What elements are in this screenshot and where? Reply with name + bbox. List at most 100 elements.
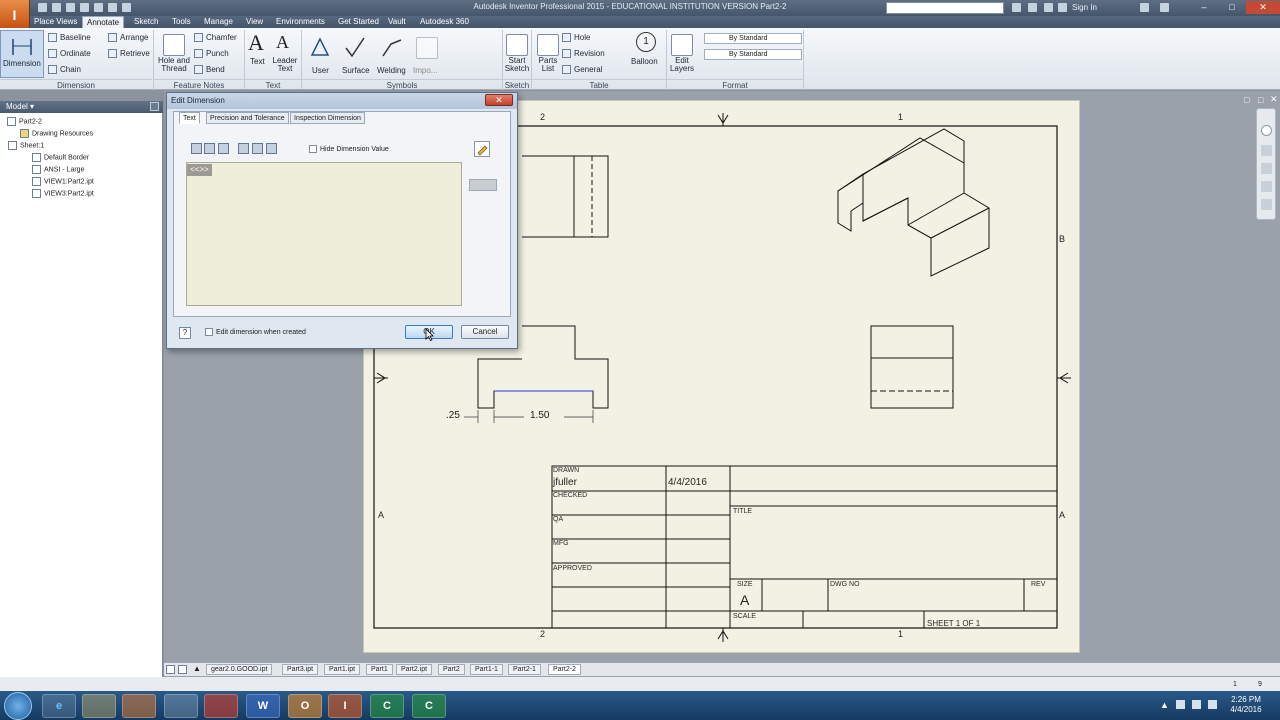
tab-tools[interactable]: Tools bbox=[168, 16, 195, 28]
align-right-icon[interactable] bbox=[218, 143, 229, 154]
tab-vault[interactable]: Vault bbox=[384, 16, 410, 28]
valign-top-icon[interactable] bbox=[238, 143, 249, 154]
action-center-icon[interactable] bbox=[1176, 700, 1185, 709]
edit-when-created-checkbox[interactable]: Edit dimension when created bbox=[205, 328, 306, 336]
balloon-icon[interactable]: 1 bbox=[636, 32, 656, 52]
start-sketch-icon[interactable] bbox=[506, 34, 528, 56]
orbit-icon[interactable] bbox=[1261, 181, 1272, 192]
volume-icon[interactable] bbox=[1208, 700, 1217, 709]
maximize-button[interactable]: □ bbox=[1218, 1, 1246, 14]
hole-thread-label[interactable]: Hole and Thread bbox=[156, 57, 192, 73]
tab-text[interactable]: Text bbox=[179, 112, 200, 124]
media-player-icon[interactable] bbox=[122, 694, 156, 718]
model-browser[interactable] bbox=[0, 101, 163, 677]
pan-icon[interactable] bbox=[1261, 145, 1272, 156]
help-icon[interactable]: ? bbox=[179, 327, 191, 339]
text-icon[interactable]: A bbox=[248, 30, 264, 56]
maximize-view-icon[interactable]: □ bbox=[1258, 95, 1263, 105]
welding-icon[interactable] bbox=[381, 36, 403, 58]
look-at-icon[interactable] bbox=[1261, 199, 1272, 210]
hole-table-button[interactable]: Hole bbox=[562, 33, 590, 43]
tile-icon[interactable] bbox=[166, 665, 175, 674]
align-center-icon[interactable] bbox=[204, 143, 215, 154]
doc-tab[interactable]: Part1-1 bbox=[470, 664, 503, 675]
inventor-icon[interactable]: I bbox=[328, 694, 362, 718]
new-icon[interactable] bbox=[38, 3, 47, 12]
network-icon[interactable] bbox=[1192, 700, 1201, 709]
dialog-close-button[interactable]: ✕ bbox=[485, 94, 513, 106]
steering-wheel-icon[interactable] bbox=[1261, 125, 1272, 136]
tree-item-view1[interactable]: VIEW1:Part2.ipt bbox=[32, 177, 94, 186]
file-explorer-icon[interactable] bbox=[82, 694, 116, 718]
tab-annotate[interactable]: Annotate bbox=[82, 16, 125, 28]
camtasia-recorder-icon[interactable]: C bbox=[412, 694, 446, 718]
close-view-icon[interactable]: ✕ bbox=[1270, 94, 1278, 105]
surface-icon[interactable] bbox=[344, 36, 366, 58]
sign-in-link[interactable]: Sign In bbox=[1072, 3, 1097, 12]
undo-icon[interactable] bbox=[80, 3, 89, 12]
doc-tab-active[interactable]: Part2-2 bbox=[548, 664, 581, 675]
tree-item-default-border[interactable]: Default Border bbox=[32, 153, 89, 162]
ordinate-button[interactable]: Ordinate bbox=[48, 49, 91, 59]
tab-manage[interactable]: Manage bbox=[200, 16, 237, 28]
powerpoint-icon[interactable] bbox=[204, 694, 238, 718]
help-icon[interactable] bbox=[1160, 3, 1169, 12]
dimension-text[interactable]: 1.50 bbox=[530, 410, 549, 421]
tray-arrow-icon[interactable]: ▲ bbox=[1160, 700, 1169, 710]
bend-button[interactable]: Bend bbox=[194, 65, 225, 75]
tab-get-started[interactable]: Get Started bbox=[334, 16, 383, 28]
hole-thread-icon[interactable] bbox=[163, 34, 185, 56]
tab-view[interactable]: View bbox=[242, 16, 267, 28]
baseline-button[interactable]: Baseline bbox=[48, 33, 91, 43]
doc-tab[interactable]: Part3.ipt bbox=[282, 664, 319, 675]
leader-text-icon[interactable]: A bbox=[276, 32, 289, 53]
punch-button[interactable]: Punch bbox=[194, 49, 229, 59]
cascade-icon[interactable] bbox=[178, 665, 187, 674]
balloon-button[interactable]: Balloon bbox=[631, 57, 658, 66]
doc-tab[interactable]: Part2 bbox=[438, 664, 465, 675]
camtasia-icon[interactable]: C bbox=[370, 694, 404, 718]
favorite-icon[interactable] bbox=[1044, 3, 1053, 12]
edit-layers-icon[interactable] bbox=[671, 34, 693, 56]
cancel-button[interactable]: Cancel bbox=[461, 325, 509, 339]
edit-text-pencil-icon[interactable] bbox=[474, 141, 490, 157]
tab-autodesk-360[interactable]: Autodesk 360 bbox=[416, 16, 473, 28]
dimension-value-token[interactable]: <<>> bbox=[187, 164, 212, 176]
doc-tab[interactable]: gear2.0.GOOD.ipt bbox=[206, 664, 273, 675]
outlook-icon[interactable]: O bbox=[288, 694, 322, 718]
tree-item-drawing-resources[interactable]: Drawing Resources bbox=[20, 129, 93, 138]
application-menu-button[interactable]: I bbox=[0, 0, 30, 30]
exchange-icon[interactable] bbox=[1140, 3, 1149, 12]
binoculars-icon[interactable] bbox=[1012, 3, 1021, 12]
redo-icon[interactable] bbox=[94, 3, 103, 12]
chain-button[interactable]: Chain bbox=[48, 65, 81, 75]
chrome-icon[interactable] bbox=[164, 694, 198, 718]
text-button[interactable]: Text bbox=[250, 57, 265, 66]
tab-sketch[interactable]: Sketch bbox=[130, 16, 162, 28]
save-icon[interactable] bbox=[66, 3, 75, 12]
home-icon[interactable] bbox=[108, 3, 117, 12]
browser-search-icon[interactable] bbox=[150, 102, 159, 111]
parts-list-button[interactable]: Parts List bbox=[536, 57, 560, 73]
dimension-text[interactable]: .25 bbox=[446, 410, 460, 421]
welding-button[interactable]: Welding bbox=[377, 66, 406, 75]
valign-bottom-icon[interactable] bbox=[266, 143, 277, 154]
tree-item-part[interactable]: Part2-2 bbox=[7, 117, 42, 126]
tree-item-sheet[interactable]: Sheet:1 bbox=[8, 141, 44, 150]
word-icon[interactable]: W bbox=[246, 694, 280, 718]
edit-layers-button[interactable]: Edit Layers bbox=[667, 57, 697, 73]
subscription-icon[interactable] bbox=[1028, 3, 1037, 12]
tab-place-views[interactable]: Place Views bbox=[30, 16, 81, 28]
start-sketch-button[interactable]: Start Sketch bbox=[503, 57, 531, 73]
chamfer-button[interactable]: Chamfer bbox=[194, 33, 237, 43]
tab-list-icon[interactable]: ▲ bbox=[193, 664, 201, 673]
tab-precision-tolerance[interactable]: Precision and Tolerance bbox=[206, 112, 289, 124]
dimension-text-area[interactable] bbox=[186, 162, 462, 306]
user-symbol-icon[interactable] bbox=[309, 36, 331, 58]
tab-inspection-dimension[interactable]: Inspection Dimension bbox=[290, 112, 365, 124]
valign-middle-icon[interactable] bbox=[252, 143, 263, 154]
arrange-button[interactable]: Arrange bbox=[108, 33, 148, 43]
retrieve-button[interactable]: Retrieve bbox=[108, 49, 150, 59]
surface-button[interactable]: Surface bbox=[342, 66, 370, 75]
minimize-button[interactable]: – bbox=[1190, 1, 1218, 14]
